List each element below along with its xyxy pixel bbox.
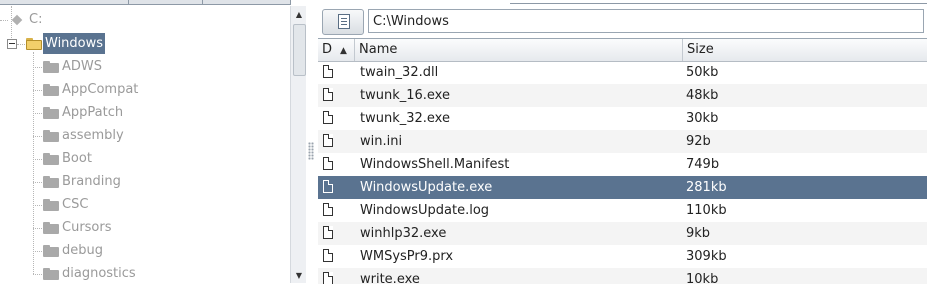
tree-item-folder[interactable]: AppCompat xyxy=(0,79,291,101)
table-row[interactable]: WindowsShell.Manifest 749b xyxy=(318,153,927,176)
tree-item-label: AppPatch xyxy=(62,105,124,120)
file-size: 9kb xyxy=(686,226,711,241)
folder-icon xyxy=(43,245,59,257)
folder-icon xyxy=(43,153,59,165)
file-name: WindowsUpdate.exe xyxy=(360,180,493,195)
file-icon xyxy=(323,65,333,78)
folder-icon xyxy=(43,84,59,96)
file-icon xyxy=(323,203,333,216)
file-size: 281kb xyxy=(686,180,727,195)
tree-item-folder[interactable]: diagnostics xyxy=(0,263,291,283)
tree-item-folder[interactable]: Boot xyxy=(0,148,291,170)
tree-item-label: diagnostics xyxy=(62,266,136,281)
file-icon xyxy=(323,134,333,147)
path-bar xyxy=(318,6,927,37)
sort-ascending-icon: ▲ xyxy=(340,46,347,56)
tree-item-label: Branding xyxy=(62,174,121,189)
table-row[interactable]: WindowsUpdate.log 110kb xyxy=(318,199,927,222)
table-row[interactable]: twain_32.dll 50kb xyxy=(318,61,927,84)
splitter-grip-icon[interactable] xyxy=(308,142,314,160)
file-size: 749b xyxy=(686,157,720,172)
collapse-icon[interactable] xyxy=(7,39,17,49)
file-icon xyxy=(323,88,333,101)
file-icon xyxy=(323,180,333,193)
tree-item-label: assembly xyxy=(62,128,124,143)
folder-icon xyxy=(43,130,59,142)
tree-item-label: AppCompat xyxy=(62,82,139,97)
table-header: D ▲ Name Size xyxy=(318,39,927,62)
scroll-up-arrow-icon[interactable]: ▲ xyxy=(291,8,307,22)
scroll-down-arrow-icon[interactable]: ▼ xyxy=(291,269,307,283)
file-name: twunk_32.exe xyxy=(360,111,450,126)
tree-item-drive-c[interactable]: C: xyxy=(0,9,291,31)
drive-icon xyxy=(10,15,24,25)
table-row[interactable]: winhlp32.exe 9kb xyxy=(318,222,927,245)
folder-icon xyxy=(43,199,59,211)
top-tab-strip xyxy=(0,0,927,5)
file-name: WMSysPr9.prx xyxy=(360,249,454,264)
tree-item-label: C: xyxy=(29,12,43,27)
file-name: twain_32.dll xyxy=(360,65,439,80)
tree-item-label: debug xyxy=(62,243,103,258)
file-size: 10kb xyxy=(686,272,719,284)
tree-item-label: Windows xyxy=(43,33,106,54)
tree-item-label: ADWS xyxy=(62,59,103,74)
file-icon xyxy=(323,157,333,170)
tree-scrollbar[interactable]: ▲ ▼ xyxy=(290,6,307,283)
table-row[interactable]: twunk_32.exe 30kb xyxy=(318,107,927,130)
tree-item-folder[interactable]: assembly xyxy=(0,125,291,147)
table-row[interactable]: win.ini 92b xyxy=(318,130,927,153)
path-input[interactable] xyxy=(368,9,924,33)
file-size: 110kb xyxy=(686,203,727,218)
column-header-size[interactable]: Size xyxy=(683,39,927,61)
folder-icon xyxy=(43,222,59,234)
file-size: 30kb xyxy=(686,111,719,126)
table-row[interactable]: write.exe 10kb xyxy=(318,268,927,284)
tree-item-folder[interactable]: CSC xyxy=(0,194,291,216)
folder-open-icon xyxy=(26,38,42,50)
file-size: 92b xyxy=(686,134,711,149)
tree-item-folder[interactable]: ADWS xyxy=(0,56,291,78)
tree-item-folder[interactable]: AppPatch xyxy=(0,102,291,124)
file-name: write.exe xyxy=(360,272,420,284)
file-icon xyxy=(323,272,333,284)
file-name: win.ini xyxy=(360,134,403,149)
file-size: 50kb xyxy=(686,65,719,80)
tree-item-folder[interactable]: debug xyxy=(0,240,291,262)
tree-item-label: Boot xyxy=(62,151,92,166)
pane-splitter[interactable] xyxy=(306,6,316,283)
column-header-name[interactable]: Name xyxy=(355,39,683,61)
folder-icon xyxy=(43,176,59,188)
tree-item-folder[interactable]: Cursors xyxy=(0,217,291,239)
table-row[interactable]: WMSysPr9.prx 309kb xyxy=(318,245,927,268)
file-size: 48kb xyxy=(686,88,719,103)
file-icon xyxy=(323,249,333,262)
folder-icon xyxy=(43,107,59,119)
file-name: twunk_16.exe xyxy=(360,88,450,103)
tab-bar xyxy=(0,0,291,5)
folder-icon xyxy=(43,61,59,73)
copy-path-icon xyxy=(338,14,350,29)
copy-path-button[interactable] xyxy=(322,9,364,35)
file-size: 309kb xyxy=(686,249,727,264)
file-name: winhlp32.exe xyxy=(360,226,447,241)
table-row[interactable]: WindowsUpdate.exe 281kb xyxy=(318,176,927,199)
scroll-thumb[interactable] xyxy=(293,24,306,76)
file-list-table[interactable]: D ▲ Name Size twain_32.dll 50kb twunk_16.ex… xyxy=(318,38,927,284)
folder-tree[interactable]: C: Windows ADWS AppCompat AppPatch assembly… xyxy=(0,6,292,283)
file-name: WindowsUpdate.log xyxy=(360,203,490,218)
file-icon xyxy=(323,226,333,239)
tree-item-label: Cursors xyxy=(62,220,112,235)
file-name: WindowsShell.Manifest xyxy=(360,157,510,172)
tree-item-windows[interactable]: Windows xyxy=(0,33,291,55)
tree-item-folder[interactable]: Branding xyxy=(0,171,291,193)
file-icon xyxy=(323,111,333,124)
column-header-d[interactable]: D ▲ xyxy=(318,39,355,61)
table-row[interactable]: twunk_16.exe 48kb xyxy=(318,84,927,107)
folder-icon xyxy=(43,268,59,280)
tree-item-label: CSC xyxy=(62,197,89,212)
